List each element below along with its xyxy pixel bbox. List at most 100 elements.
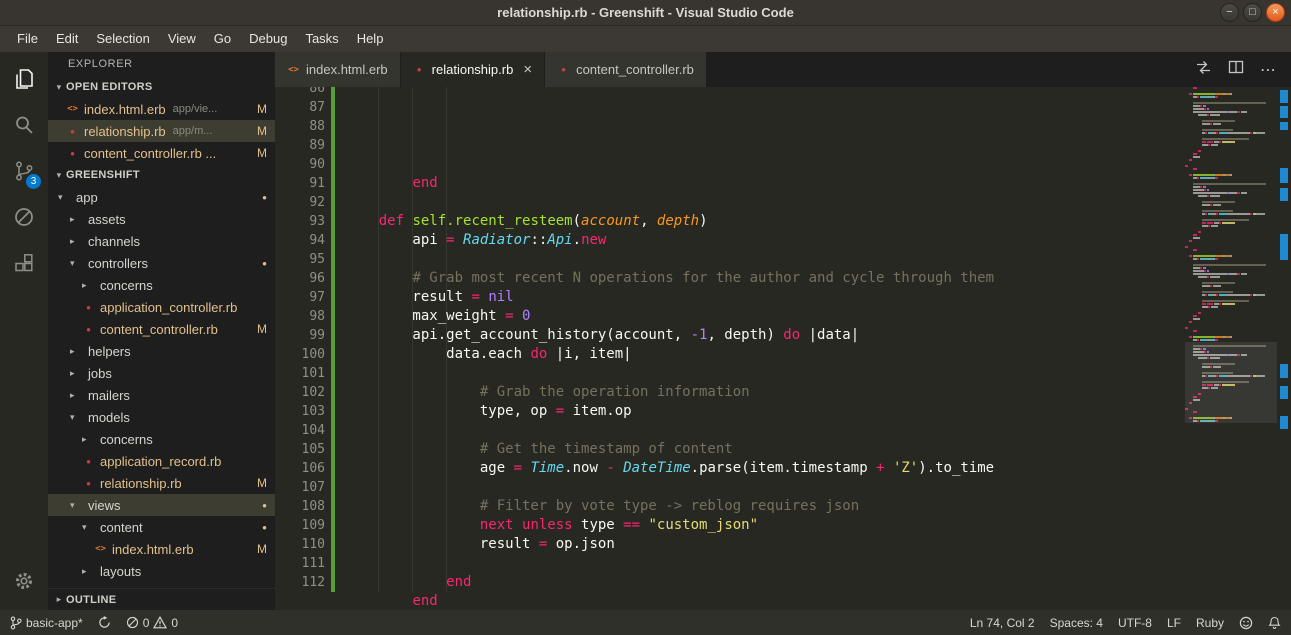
code-line[interactable]: end bbox=[345, 592, 994, 610]
code-editor[interactable]: 86 87 88 89 90 91 92 93 94 95 96 97 98 99 100 101 102 103… bbox=[275, 87, 1291, 610]
code-line[interactable]: end bbox=[345, 573, 994, 592]
code-line[interactable]: api = Radiator::Api.new bbox=[345, 231, 994, 250]
tab-index-html-erb[interactable]: <> index.html.erb bbox=[275, 52, 401, 87]
search-icon[interactable] bbox=[0, 102, 48, 148]
code-line[interactable]: max_weight = 0 bbox=[345, 307, 994, 326]
language-mode[interactable]: Ruby bbox=[1196, 616, 1224, 630]
code-line[interactable] bbox=[345, 421, 994, 440]
code-line[interactable]: result = nil bbox=[345, 288, 994, 307]
code-line[interactable] bbox=[345, 250, 994, 269]
outline-header[interactable]: ▸ OUTLINE bbox=[48, 588, 275, 610]
line-number[interactable]: 111 bbox=[275, 554, 325, 573]
menu-item-file[interactable]: File bbox=[8, 26, 47, 52]
code-line[interactable]: # Grab most recent N operations for the … bbox=[345, 269, 994, 288]
git-branch-status[interactable]: basic-app* bbox=[10, 616, 83, 630]
tab-relationship-rb[interactable]: ● relationship.rb × bbox=[400, 52, 546, 87]
line-number[interactable]: 103 bbox=[275, 402, 325, 421]
overview-ruler[interactable] bbox=[1277, 87, 1291, 610]
tree-folder-models[interactable]: ▾ models bbox=[48, 406, 275, 428]
code-line[interactable] bbox=[345, 478, 994, 497]
line-number[interactable]: 92 bbox=[275, 193, 325, 212]
line-number[interactable]: 95 bbox=[275, 250, 325, 269]
menu-item-debug[interactable]: Debug bbox=[240, 26, 296, 52]
line-number[interactable]: 96 bbox=[275, 269, 325, 288]
code-line[interactable]: api.get_account_history(account, -1, dep… bbox=[345, 326, 994, 345]
line-number[interactable]: 107 bbox=[275, 478, 325, 497]
menu-item-selection[interactable]: Selection bbox=[87, 26, 158, 52]
line-number[interactable]: 108 bbox=[275, 497, 325, 516]
menu-item-view[interactable]: View bbox=[159, 26, 205, 52]
code-line[interactable] bbox=[345, 193, 994, 212]
tree-folder-channels[interactable]: ▸ channels bbox=[48, 230, 275, 252]
extensions-icon[interactable] bbox=[0, 240, 48, 286]
open-editor-relationship-rb[interactable]: ● relationship.rb app/m... M bbox=[48, 120, 275, 142]
tree-folder-controllers[interactable]: ▾ controllers ● bbox=[48, 252, 275, 274]
minimize-button[interactable]: − bbox=[1220, 3, 1239, 22]
project-header[interactable]: ▾ GREENSHIFT bbox=[48, 164, 275, 186]
line-number[interactable]: 97 bbox=[275, 288, 325, 307]
open-changes-icon[interactable] bbox=[1195, 59, 1212, 81]
tree-folder-app[interactable]: ▾ app ● bbox=[48, 186, 275, 208]
menu-item-help[interactable]: Help bbox=[348, 26, 393, 52]
tree-folder-content[interactable]: ▾ content ● bbox=[48, 516, 275, 538]
line-number[interactable]: 98 bbox=[275, 307, 325, 326]
split-editor-icon[interactable] bbox=[1228, 59, 1244, 80]
code-line[interactable]: result = op.json bbox=[345, 535, 994, 554]
line-number[interactable]: 94 bbox=[275, 231, 325, 250]
problems-status[interactable]: 0 0 bbox=[126, 616, 178, 630]
line-number[interactable]: 87 bbox=[275, 98, 325, 117]
notifications-bell-icon[interactable] bbox=[1268, 616, 1281, 630]
line-number[interactable]: 109 bbox=[275, 516, 325, 535]
line-number[interactable]: 110 bbox=[275, 535, 325, 554]
code-line[interactable] bbox=[345, 364, 994, 383]
open-editor-index-html-erb[interactable]: <> index.html.erb app/vie... M bbox=[48, 98, 275, 120]
indentation-setting[interactable]: Spaces: 4 bbox=[1050, 616, 1103, 630]
minimap[interactable] bbox=[1185, 87, 1277, 610]
maximize-button[interactable]: □ bbox=[1243, 3, 1262, 22]
line-number[interactable]: 88 bbox=[275, 117, 325, 136]
code-line[interactable]: def self.recent_resteem(account, depth) bbox=[345, 212, 994, 231]
line-number[interactable]: 101 bbox=[275, 364, 325, 383]
close-button[interactable]: × bbox=[1266, 3, 1285, 22]
open-editor-content-controller-rb[interactable]: ● content_controller.rb ... M bbox=[48, 142, 275, 164]
code-line[interactable]: type, op = item.op bbox=[345, 402, 994, 421]
menu-item-edit[interactable]: Edit bbox=[47, 26, 87, 52]
source-control-icon[interactable]: 3 bbox=[0, 148, 48, 194]
eol-setting[interactable]: LF bbox=[1167, 616, 1181, 630]
code-line[interactable]: end bbox=[345, 174, 994, 193]
sync-button[interactable] bbox=[98, 616, 111, 629]
tree-folder-mailers[interactable]: ▸ mailers bbox=[48, 384, 275, 406]
tree-folder-views[interactable]: ▾ views ● bbox=[48, 494, 275, 516]
minimap-slider[interactable] bbox=[1185, 342, 1277, 423]
tree-folder-concerns[interactable]: ▸ concerns bbox=[48, 428, 275, 450]
menu-item-go[interactable]: Go bbox=[205, 26, 240, 52]
line-number[interactable]: 93 bbox=[275, 212, 325, 231]
line-number[interactable]: 104 bbox=[275, 421, 325, 440]
line-number[interactable]: 89 bbox=[275, 136, 325, 155]
code-line[interactable]: # Grab the operation information bbox=[345, 383, 994, 402]
feedback-smiley-icon[interactable] bbox=[1239, 616, 1253, 630]
tree-file-relationship-rb[interactable]: ● relationship.rb M bbox=[48, 472, 275, 494]
line-number[interactable]: 86 bbox=[275, 87, 325, 98]
tree-folder-helpers[interactable]: ▸ helpers bbox=[48, 340, 275, 362]
more-actions-icon[interactable]: ⋯ bbox=[1260, 60, 1277, 80]
tree-folder-concerns[interactable]: ▸ concerns bbox=[48, 274, 275, 296]
tree-file-application-record-rb[interactable]: ● application_record.rb bbox=[48, 450, 275, 472]
open-editors-header[interactable]: ▾ OPEN EDITORS bbox=[48, 76, 275, 98]
line-number[interactable]: 91 bbox=[275, 174, 325, 193]
code-line[interactable]: data.each do |i, item| bbox=[345, 345, 994, 364]
line-number[interactable]: 105 bbox=[275, 440, 325, 459]
tree-folder-assets[interactable]: ▸ assets bbox=[48, 208, 275, 230]
tree-file-application-controller-rb[interactable]: ● application_controller.rb bbox=[48, 296, 275, 318]
menu-item-tasks[interactable]: Tasks bbox=[296, 26, 347, 52]
line-number[interactable]: 106 bbox=[275, 459, 325, 478]
tab-content-controller-rb[interactable]: ● content_controller.rb bbox=[545, 52, 707, 87]
code-line[interactable] bbox=[345, 554, 994, 573]
tree-folder-jobs[interactable]: ▸ jobs bbox=[48, 362, 275, 384]
close-icon[interactable]: × bbox=[523, 62, 532, 77]
explorer-icon[interactable] bbox=[0, 56, 48, 102]
line-number[interactable]: 90 bbox=[275, 155, 325, 174]
tree-folder-layouts[interactable]: ▸ layouts bbox=[48, 560, 275, 582]
line-number[interactable]: 102 bbox=[275, 383, 325, 402]
debug-icon[interactable] bbox=[0, 194, 48, 240]
